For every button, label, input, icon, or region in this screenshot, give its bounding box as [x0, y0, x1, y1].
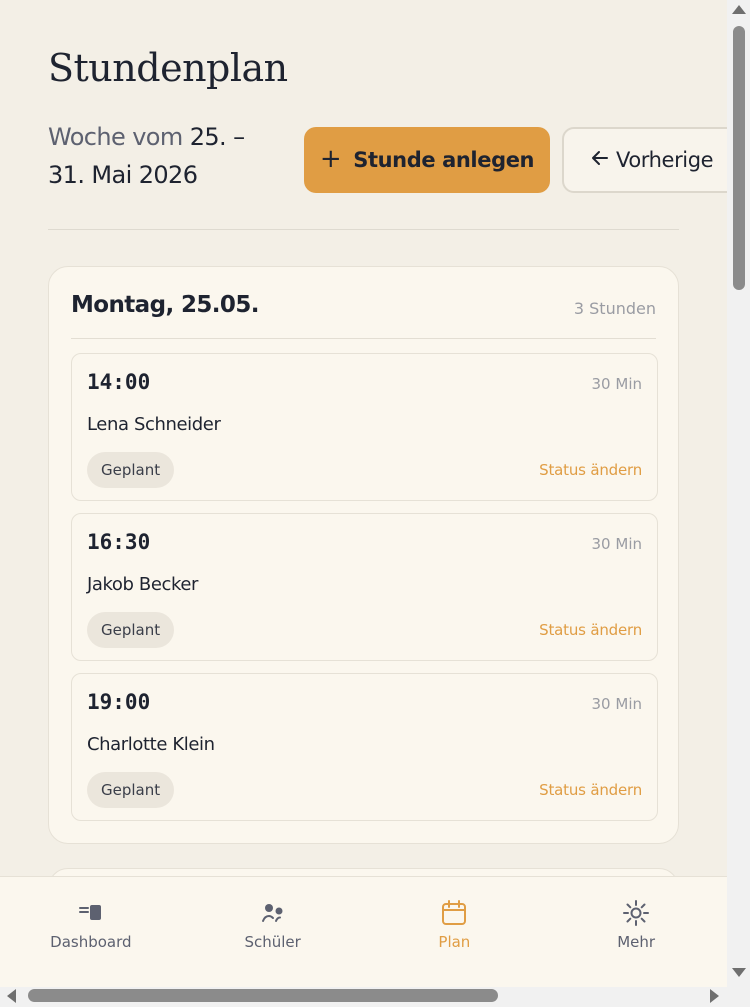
lesson-student: Charlotte Klein	[87, 734, 215, 755]
lesson-card: 16:30 30 Min Jakob Becker Geplant Status…	[71, 513, 658, 661]
scroll-left-icon[interactable]	[7, 989, 16, 1003]
change-status-link[interactable]: Status ändern	[539, 461, 642, 479]
status-badge: Geplant	[87, 772, 175, 808]
app-viewport: Stundenplan Woche vom 25. – 31. Mai 2026…	[0, 0, 727, 987]
week-prefix: Woche vom	[48, 123, 183, 151]
lesson-duration: 30 Min	[591, 375, 642, 393]
dashboard-icon	[77, 899, 105, 927]
horizontal-scroll-thumb[interactable]	[28, 989, 498, 1002]
add-lesson-button[interactable]: + Stunde anlegen	[304, 127, 550, 193]
status-badge: Geplant	[87, 452, 175, 488]
nav-label-plan: Plan	[438, 933, 471, 951]
week-start: 25. –	[189, 123, 245, 151]
day-header: Montag, 25.05. 3 Stunden	[71, 267, 656, 339]
add-lesson-label: Stunde anlegen	[353, 148, 535, 172]
scroll-down-icon[interactable]	[732, 968, 746, 977]
nav-item-students[interactable]: Schüler	[182, 877, 364, 987]
nav-label-students: Schüler	[244, 933, 301, 951]
lesson-time: 19:00	[87, 690, 151, 714]
week-end: 31. Mai 2026	[48, 161, 198, 189]
status-badge: Geplant	[87, 612, 175, 648]
students-icon	[259, 899, 287, 927]
nav-item-more[interactable]: Mehr	[545, 877, 727, 987]
lesson-card: 19:00 30 Min Charlotte Klein Geplant Sta…	[71, 673, 658, 821]
lesson-duration: 30 Min	[591, 695, 642, 713]
sun-settings-icon	[622, 899, 650, 927]
vertical-scroll-thumb[interactable]	[733, 26, 745, 290]
day-card: Montag, 25.05. 3 Stunden 14:00 30 Min Le…	[48, 266, 679, 844]
lesson-count: 3 Stunden	[573, 299, 656, 318]
lesson-time: 16:30	[87, 530, 151, 554]
lesson-time: 14:00	[87, 370, 151, 394]
header-divider	[48, 229, 679, 230]
vertical-scrollbar[interactable]	[727, 0, 750, 987]
arrow-left-icon	[590, 148, 610, 173]
horizontal-scrollbar[interactable]	[0, 987, 727, 1007]
previous-week-button[interactable]: Vorherige	[562, 127, 727, 193]
nav-label-dashboard: Dashboard	[50, 933, 132, 951]
change-status-link[interactable]: Status ändern	[539, 621, 642, 639]
previous-week-label: Vorherige	[616, 148, 714, 172]
lesson-duration: 30 Min	[591, 535, 642, 553]
scrollbar-corner	[727, 987, 750, 1007]
nav-label-more: Mehr	[617, 933, 656, 951]
lesson-student: Jakob Becker	[87, 574, 199, 595]
lesson-card: 14:00 30 Min Lena Schneider Geplant Stat…	[71, 353, 658, 501]
lesson-student: Lena Schneider	[87, 414, 221, 435]
day-title: Montag, 25.05.	[71, 292, 259, 318]
scroll-right-icon[interactable]	[710, 989, 719, 1003]
bottom-nav: Dashboard Schüler Plan Mehr	[0, 876, 727, 987]
change-status-link[interactable]: Status ändern	[539, 781, 642, 799]
plus-icon: +	[319, 143, 342, 174]
page-title: Stundenplan	[48, 46, 288, 90]
week-range: Woche vom 25. – 31. Mai 2026	[48, 118, 278, 194]
scroll-up-icon[interactable]	[732, 5, 746, 14]
nav-item-dashboard[interactable]: Dashboard	[0, 877, 182, 987]
nav-item-plan[interactable]: Plan	[364, 877, 546, 987]
calendar-icon	[440, 899, 468, 927]
